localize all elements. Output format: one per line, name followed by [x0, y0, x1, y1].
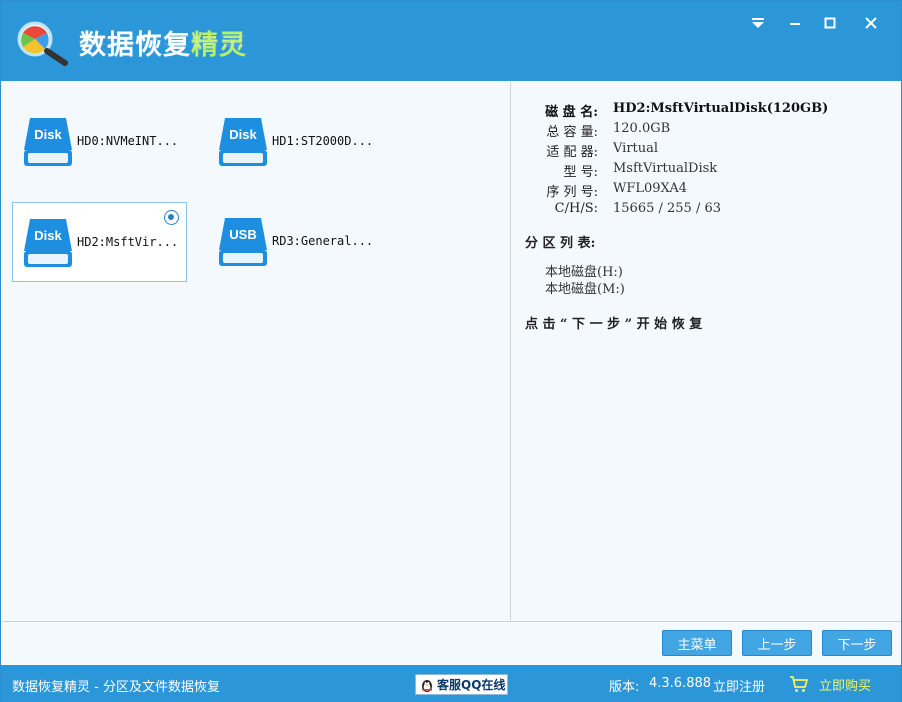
buy-now-button[interactable]: 立即购买: [789, 673, 871, 695]
register-link[interactable]: 立即注册: [713, 676, 765, 695]
disk-drive-icon: Disk: [24, 219, 72, 267]
maximize-button[interactable]: [818, 11, 842, 35]
minimize-button[interactable]: [783, 11, 807, 35]
partition-item: 本地磁盘(M:): [545, 282, 625, 297]
previous-step-button[interactable]: 上一步: [742, 630, 812, 656]
svg-text:Disk: Disk: [229, 127, 257, 142]
close-icon: [865, 17, 877, 29]
next-step-button[interactable]: 下一步: [822, 630, 892, 656]
disk-drive-icon: Disk: [24, 118, 72, 166]
dropdown-menu-icon: [752, 18, 764, 28]
version-label: 版本:: [609, 680, 640, 695]
qq-support-label: 客服QQ在线: [437, 678, 506, 692]
navigation-bar: 主菜单 上一步 下一步: [2, 621, 901, 665]
close-button[interactable]: [859, 11, 883, 35]
selected-radio-icon[interactable]: [164, 210, 179, 225]
penguin-icon: [422, 679, 432, 692]
buy-now-label: 立即购买: [819, 678, 872, 694]
next-step-hint: 点 击 “ 下 一 步 ” 开 始 恢 复: [525, 317, 703, 332]
version-number: 4.3.6.888: [649, 676, 712, 691]
detail-value: MsftVirtualDisk: [613, 161, 718, 176]
maximize-icon: [824, 17, 836, 29]
disk-label: HD2:MsftVir...: [77, 235, 179, 249]
detail-key: 型 号:: [563, 165, 598, 180]
disk-item-hd2[interactable]: Disk HD2:MsftVir...: [12, 202, 187, 282]
detail-key: 适 配 器:: [546, 145, 598, 160]
status-bar: 数据恢复精灵 - 分区及文件数据恢复 客服QQ在线 版本: 4.3.6.888 …: [1, 665, 901, 702]
detail-value: HD2:MsftVirtualDisk(120GB): [613, 101, 829, 116]
detail-value: WFL09XA4: [613, 181, 688, 196]
menu-dropdown-button[interactable]: [746, 11, 770, 35]
magnifier-logo-icon: [17, 21, 68, 66]
disk-label: HD0:NVMeINT...: [77, 134, 179, 148]
detail-key: C/H/S:: [554, 201, 598, 216]
detail-value: 120.0GB: [613, 121, 671, 136]
disk-item-hd1[interactable]: Disk HD1:ST2000D...: [208, 102, 383, 182]
shopping-cart-icon: [790, 676, 808, 692]
detail-key: 磁 盘 名:: [545, 105, 598, 120]
main-menu-button[interactable]: 主菜单: [662, 630, 732, 656]
partition-list-title: 分 区 列 表:: [525, 236, 596, 251]
title-bar[interactable]: 数据恢复精灵 数据恢复精灵: [1, 1, 901, 81]
svg-text:Disk: Disk: [34, 127, 62, 142]
disk-drive-icon: Disk: [219, 118, 267, 166]
detail-key: 序 列 号:: [546, 185, 598, 200]
detail-key: 总 容 量:: [546, 125, 598, 140]
disk-details-panel: 磁 盘 名: HD2:MsftVirtualDisk(120GB) 总 容 量:…: [512, 82, 901, 621]
svg-text:Disk: Disk: [34, 228, 62, 243]
usb-drive-icon: USB: [219, 218, 267, 266]
minimize-icon: [790, 23, 800, 25]
detail-value: 15665 / 255 / 63: [613, 201, 721, 216]
disk-label: RD3:General...: [272, 234, 374, 248]
app-title-reflection: 数据恢复精灵: [79, 33, 247, 48]
svg-text:USB: USB: [229, 227, 256, 242]
app-description: 数据恢复精灵 - 分区及文件数据恢复: [12, 680, 220, 695]
disk-list-panel: Disk HD0:NVMeINT... Disk HD1:ST2000D... …: [2, 82, 511, 621]
disk-item-rd3[interactable]: USB RD3:General...: [208, 202, 383, 282]
qq-support-button[interactable]: 客服QQ在线: [415, 674, 508, 695]
app-window: 数据恢复精灵 数据恢复精灵 Disk HD0:NVMeINT... Disk H…: [0, 0, 902, 702]
disk-label: HD1:ST2000D...: [272, 134, 374, 148]
disk-item-hd0[interactable]: Disk HD0:NVMeINT...: [13, 102, 188, 182]
detail-value: Virtual: [613, 141, 659, 156]
